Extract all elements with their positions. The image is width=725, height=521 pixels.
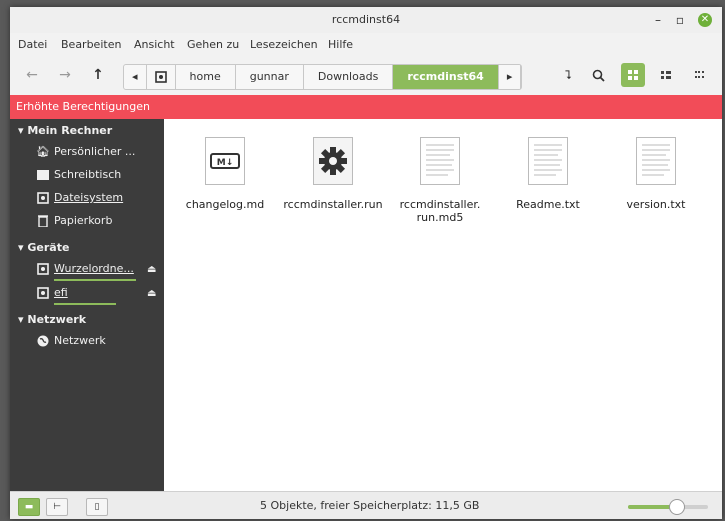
sidebar-section-mein-rechner[interactable]: ▾ Mein Rechner [18, 124, 112, 137]
sidebar-item-label: Papierkorb [54, 214, 113, 227]
file-item[interactable]: rccmdinstaller. run.md5 [388, 137, 492, 224]
menu-datei[interactable]: Datei [18, 38, 47, 51]
compact-view-icon [695, 71, 704, 78]
network-icon [36, 332, 50, 350]
hide-sidebar-button[interactable]: ▯ [86, 498, 108, 516]
menu-bar: Datei Bearbeiten Ansicht Gehen zu Leseze… [10, 33, 722, 55]
breadcrumb-home[interactable]: home [176, 65, 236, 89]
menu-hilfe[interactable]: Hilfe [328, 38, 353, 51]
sidebar-item-label: Dateisystem [54, 191, 124, 204]
menu-lesezeichen[interactable]: Lesezeichen [250, 38, 318, 51]
file-name: Readme.txt [516, 198, 580, 211]
sidebar-item-desktop[interactable]: Schreibtisch [36, 166, 121, 184]
zoom-slider[interactable] [628, 499, 708, 515]
home-icon: 🏠︎ [36, 145, 50, 158]
sidebar-item-home[interactable]: 🏠︎ Persönlicher ... [36, 143, 135, 161]
sidebar-item-label: efi [54, 286, 68, 299]
toolbar: ← → ↑ ◂ home gunnar Downloads rccmdinst6… [10, 55, 722, 95]
sidebar-item-filesystem[interactable]: Dateisystem [36, 189, 123, 207]
file-name: version.txt [626, 198, 686, 211]
gear-icon [313, 137, 353, 185]
sidebar-item-network[interactable]: Netzwerk [36, 332, 106, 350]
eject-icon[interactable]: ⏏ [147, 288, 156, 299]
status-bar: ▬ ⊢ ▯ 5 Objekte, freier Speicherplatz: 1… [10, 491, 722, 519]
zoom-slider-knob[interactable] [669, 499, 685, 515]
menu-bearbeiten[interactable]: Bearbeiten [61, 38, 121, 51]
section-title: Geräte [27, 241, 70, 254]
text-file-icon [420, 137, 460, 185]
sidebar-item-root[interactable]: Wurzelordne... [36, 260, 134, 278]
sidebar-item-trash[interactable]: Papierkorb [36, 212, 112, 230]
file-name: rccmdinstaller. run.md5 [399, 198, 481, 224]
maximize-button[interactable]: ▫ [670, 10, 690, 30]
breadcrumb-downloads[interactable]: Downloads [304, 65, 394, 89]
close-button[interactable]: ✕ [698, 13, 712, 27]
forward-button[interactable]: → [55, 64, 75, 86]
sidebar-item-efi[interactable]: efi [36, 284, 68, 302]
breadcrumb-left-arrow[interactable]: ◂ [124, 65, 147, 89]
drive-icon [36, 189, 50, 207]
location-toggle-button[interactable] [147, 65, 176, 89]
back-button[interactable]: ← [22, 64, 42, 86]
sidebar-item-label: Wurzelordne... [54, 262, 134, 275]
sidebar-section-netzwerk[interactable]: ▾ Netzwerk [18, 313, 86, 326]
file-item[interactable]: M↓ changelog.md [173, 137, 277, 211]
drive-icon [36, 260, 50, 278]
icon-view-button[interactable] [621, 63, 645, 87]
section-title: Netzwerk [27, 313, 87, 326]
file-name: rccmdinstaller.run [283, 198, 383, 211]
minimize-button[interactable]: – [648, 10, 668, 30]
breadcrumb-gunnar[interactable]: gunnar [236, 65, 304, 89]
title-bar[interactable]: rccmdinst64 – ▫ ✕ [10, 7, 722, 33]
file-item[interactable]: Readme.txt [496, 137, 600, 211]
usage-bar [54, 303, 116, 305]
grid-view-icon [628, 70, 638, 80]
drive-icon [154, 71, 167, 83]
file-manager-window: rccmdinst64 – ▫ ✕ Datei Bearbeiten Ansic… [10, 7, 722, 519]
breadcrumb: ◂ home gunnar Downloads rccmdinst64 ▸ [123, 64, 523, 90]
show-places-button[interactable]: ▬ [18, 498, 40, 516]
file-name: changelog.md [185, 198, 265, 211]
trash-icon [36, 212, 50, 230]
file-item[interactable]: version.txt [604, 137, 708, 211]
sidebar-section-geraete[interactable]: ▾ Geräte [18, 241, 69, 254]
text-file-icon [528, 137, 568, 185]
file-item[interactable]: rccmdinstaller.run [281, 137, 385, 211]
compact-view-button[interactable] [688, 63, 712, 87]
desktop-icon [36, 166, 50, 184]
elevated-privileges-banner: Erhöhte Berechtigungen [10, 95, 722, 119]
sidebar-item-label: Schreibtisch [54, 168, 122, 181]
drive-icon [36, 284, 50, 302]
sidebar-item-label: Persönlicher ... [54, 145, 136, 158]
breadcrumb-rccmdinst64[interactable]: rccmdinst64 [393, 65, 498, 89]
list-view-button[interactable] [654, 63, 678, 87]
menu-gehen-zu[interactable]: Gehen zu [187, 38, 239, 51]
text-file-icon [636, 137, 676, 185]
up-button[interactable]: ↑ [88, 64, 108, 86]
search-icon [592, 69, 605, 82]
show-tree-button[interactable]: ⊢ [46, 498, 68, 516]
sidebar-item-label: Netzwerk [54, 334, 106, 347]
status-text: 5 Objekte, freier Speicherplatz: 11,5 GB [260, 499, 480, 512]
search-button[interactable] [588, 64, 608, 86]
file-view[interactable]: M↓ changelog.md rccmdinstaller.run rccmd… [164, 119, 722, 491]
list-view-icon [661, 71, 671, 79]
menu-ansicht[interactable]: Ansicht [134, 38, 175, 51]
usage-bar [54, 279, 136, 281]
eject-icon[interactable]: ⏏ [147, 264, 156, 275]
section-title: Mein Rechner [27, 124, 113, 137]
sidebar: ▾ Mein Rechner 🏠︎ Persönlicher ... Schrei… [10, 119, 164, 491]
svg-text:M↓: M↓ [217, 158, 234, 168]
window-title: rccmdinst64 [331, 13, 401, 26]
markdown-icon: M↓ [205, 137, 245, 185]
terminal-button[interactable]: ⮧ [558, 64, 578, 86]
breadcrumb-right-arrow[interactable]: ▸ [497, 65, 522, 89]
